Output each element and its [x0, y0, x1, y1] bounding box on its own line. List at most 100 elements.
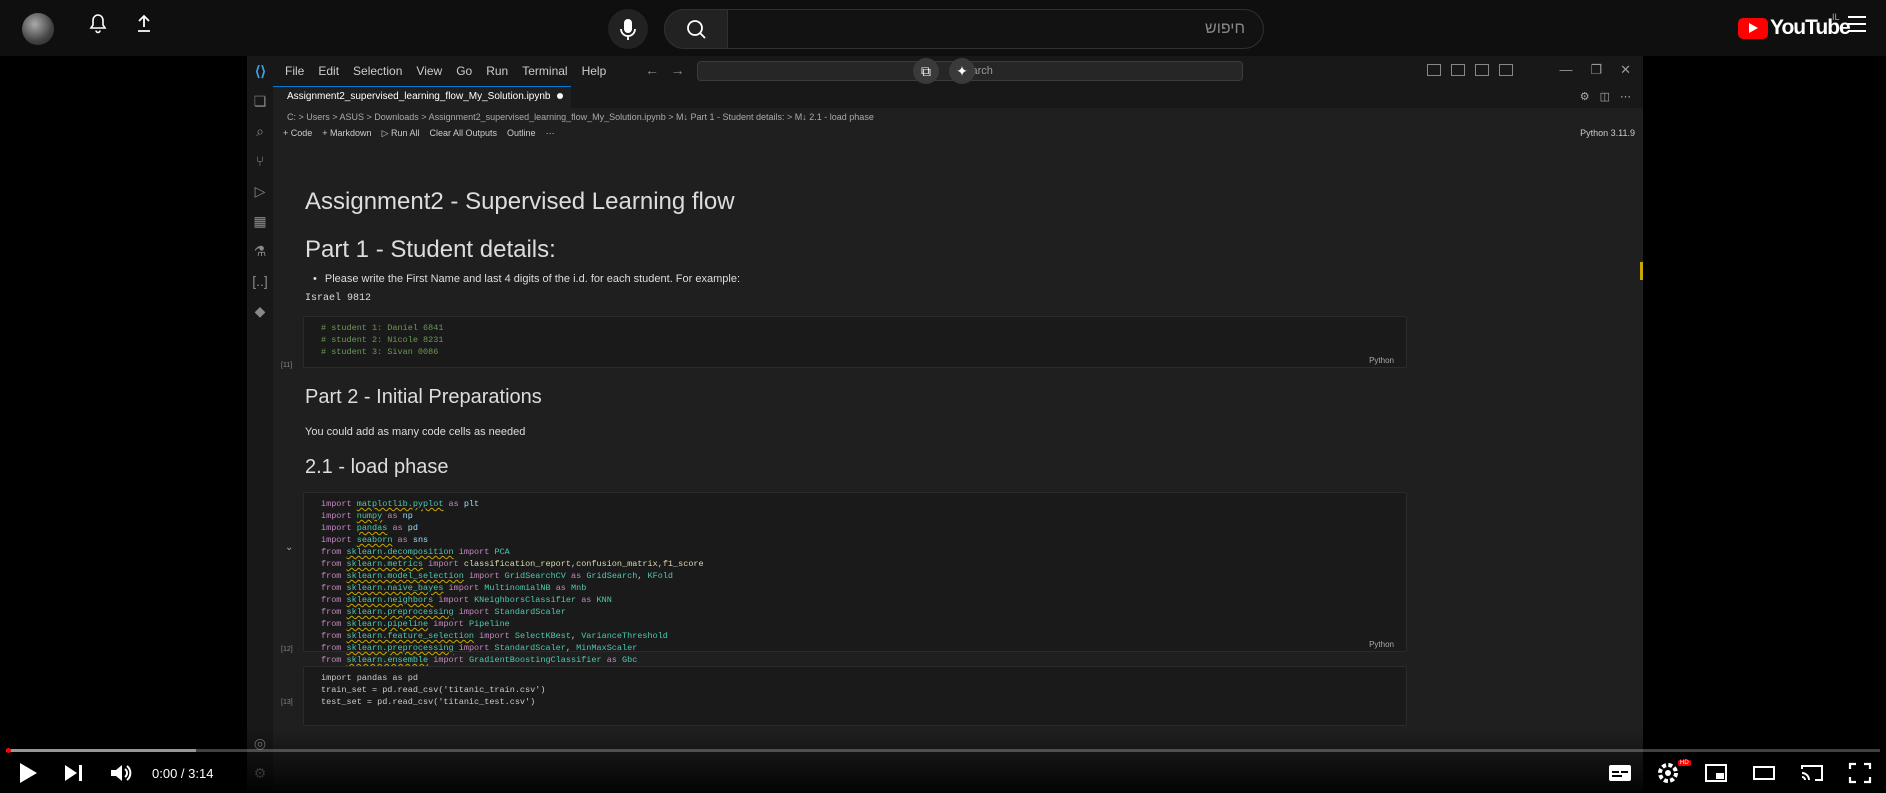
customize-layout-icon[interactable]: [1499, 64, 1513, 76]
share-icon[interactable]: [130, 14, 158, 42]
toggle-panel-icon[interactable]: [1451, 64, 1465, 76]
vscode-titlebar: ⟨⟩ File Edit Selection View Go Run Termi…: [247, 56, 1643, 86]
gear-icon[interactable]: ⚙: [1580, 90, 1590, 103]
tab-notebook[interactable]: Assignment2_supervised_learning_flow_My_…: [273, 86, 571, 108]
cell-language-label[interactable]: Python: [1369, 356, 1394, 365]
run-all-button[interactable]: ▷ Run All: [382, 128, 420, 139]
breadcrumb[interactable]: C: > Users > ASUS > Downloads > Assignme…: [287, 112, 874, 122]
add-markdown-cell-button[interactable]: + Markdown: [322, 128, 371, 139]
notebook-toolbar: + Code + Markdown ▷ Run All Clear All Ou…: [283, 126, 1643, 142]
code-line: test_set = pd.read_csv('titanic_test.csv…: [321, 697, 536, 707]
source-control-icon[interactable]: ⑂: [247, 146, 273, 176]
sparkle-icon[interactable]: ✦: [949, 58, 975, 84]
player-controls-overlay: [0, 730, 1886, 791]
menu-selection[interactable]: Selection: [353, 64, 402, 78]
back-arrow-icon[interactable]: ←: [645, 62, 659, 78]
tab-title: Assignment2_supervised_learning_flow_My_…: [287, 91, 551, 102]
fullscreen-icon[interactable]: [1848, 760, 1872, 786]
menu-run[interactable]: Run: [486, 64, 508, 78]
search-button[interactable]: [664, 9, 728, 49]
miniplayer-overlay-icon[interactable]: ⧉: [913, 58, 939, 84]
code-line: import pandas as pd: [321, 673, 418, 683]
code-cell-imports[interactable]: import matplotlib.pyplot as plt import n…: [303, 492, 1407, 665]
search-placeholder: חיפוש: [1205, 20, 1245, 37]
video-overlay-icons: ⧉ ✦: [913, 58, 975, 84]
menu-edit[interactable]: Edit: [318, 64, 339, 78]
country-code: IL: [1832, 12, 1840, 22]
toggle-sidebar-icon[interactable]: [1427, 64, 1441, 76]
play-icon[interactable]: [16, 760, 40, 786]
vscode-window: ⟨⟩ File Edit Selection View Go Run Termi…: [247, 56, 1643, 791]
section-2-1-heading: 2.1 - load phase: [305, 456, 449, 478]
split-editor-icon[interactable]: ◫: [1600, 90, 1610, 103]
activity-bar: ❏ ⌕ ⑂ ▷ ▦ ⚗ [..] ◆ ◎ ⚙: [247, 86, 273, 791]
settings-gear-icon[interactable]: [1656, 760, 1680, 786]
code-cell-students[interactable]: # student 1: Daniel 6841 # student 2: Ni…: [303, 316, 1407, 368]
menu-go[interactable]: Go: [456, 64, 472, 78]
execution-count: [13]: [281, 699, 293, 706]
progress-bar[interactable]: [6, 748, 1880, 753]
menu-terminal[interactable]: Terminal: [522, 64, 567, 78]
kernel-picker[interactable]: Python 3.11.9: [1580, 128, 1635, 138]
progress-scrubber[interactable]: [6, 748, 11, 753]
layout-controls: [1427, 64, 1513, 76]
youtube-play-logo-icon: [1738, 17, 1768, 39]
cell-language-label[interactable]: Python: [1369, 640, 1394, 649]
code-line: # student 3: Sivan 0086: [321, 347, 439, 357]
instruction-text: Please write the First Name and last 4 d…: [305, 273, 740, 285]
testing-icon[interactable]: ⚗: [247, 236, 273, 266]
python-icon[interactable]: ◆: [247, 296, 273, 326]
example-text: Israel 9812: [305, 293, 372, 304]
search-input[interactable]: חיפוש: [664, 9, 1264, 49]
hamburger-menu-icon[interactable]: [1848, 16, 1866, 32]
editor-tabs: Assignment2_supervised_learning_flow_My_…: [273, 86, 1643, 108]
code-line: train_set = pd.read_csv('titanic_train.c…: [321, 685, 546, 695]
execution-count: [11]: [281, 362, 293, 369]
restore-icon[interactable]: ❐: [1590, 62, 1602, 78]
theater-mode-icon[interactable]: [1752, 760, 1776, 786]
run-debug-icon[interactable]: ▷: [247, 176, 273, 206]
cast-icon[interactable]: [1800, 760, 1824, 786]
bell-icon[interactable]: [84, 14, 112, 42]
nav-arrows: ← →: [645, 62, 685, 78]
window-controls: — ❐ ✕: [1559, 62, 1631, 78]
execution-count: [12]: [281, 646, 293, 653]
volume-icon[interactable]: [108, 760, 134, 786]
scrollbar-marker: [1640, 262, 1643, 280]
hd-badge: HD: [1678, 760, 1691, 766]
add-code-cell-button[interactable]: + Code: [283, 128, 312, 139]
menu-help[interactable]: Help: [582, 64, 607, 78]
toggle-secondary-sidebar-icon[interactable]: [1475, 64, 1489, 76]
outline-button[interactable]: Outline: [507, 128, 536, 139]
miniplayer-icon[interactable]: [1704, 760, 1728, 786]
subtitles-icon[interactable]: [1608, 760, 1632, 786]
buffered-bar: [6, 749, 196, 752]
menu-view[interactable]: View: [416, 64, 442, 78]
extensions-icon[interactable]: ▦: [247, 206, 273, 236]
youtube-header: חיפוש YouTube IL: [0, 0, 1886, 56]
search-icon: [687, 20, 706, 39]
voice-search-button[interactable]: [608, 9, 648, 49]
search-icon[interactable]: ⌕: [247, 116, 273, 146]
minimize-icon[interactable]: —: [1559, 62, 1572, 78]
more-actions-icon[interactable]: ⋯: [1620, 90, 1631, 103]
mic-icon: [620, 19, 636, 40]
vscode-logo-icon: ⟨⟩: [255, 63, 266, 79]
toolbar-more-button[interactable]: ···: [546, 128, 555, 139]
next-icon[interactable]: [62, 760, 86, 786]
code-line: # student 2: Nicole 8231: [321, 335, 444, 345]
channel-avatar[interactable]: [22, 13, 54, 45]
clear-outputs-button[interactable]: Clear All Outputs: [430, 128, 498, 139]
unsaved-dot-icon: [556, 93, 563, 99]
code-cell-load[interactable]: import pandas as pd train_set = pd.read_…: [303, 666, 1407, 726]
close-icon[interactable]: ✕: [1620, 62, 1631, 78]
variables-icon[interactable]: [..]: [247, 266, 273, 296]
menu-bar: File Edit Selection View Go Run Terminal…: [285, 64, 606, 78]
code-line: # student 1: Daniel 6841: [321, 323, 444, 333]
forward-arrow-icon[interactable]: →: [671, 62, 685, 78]
explorer-icon[interactable]: ❏: [247, 86, 273, 116]
menu-file[interactable]: File: [285, 64, 304, 78]
part2-heading: Part 2 - Initial Preparations: [305, 386, 542, 408]
collapse-chevron-icon[interactable]: ⌄: [285, 542, 293, 553]
tab-actions: ⚙ ◫ ⋯: [1580, 90, 1631, 103]
